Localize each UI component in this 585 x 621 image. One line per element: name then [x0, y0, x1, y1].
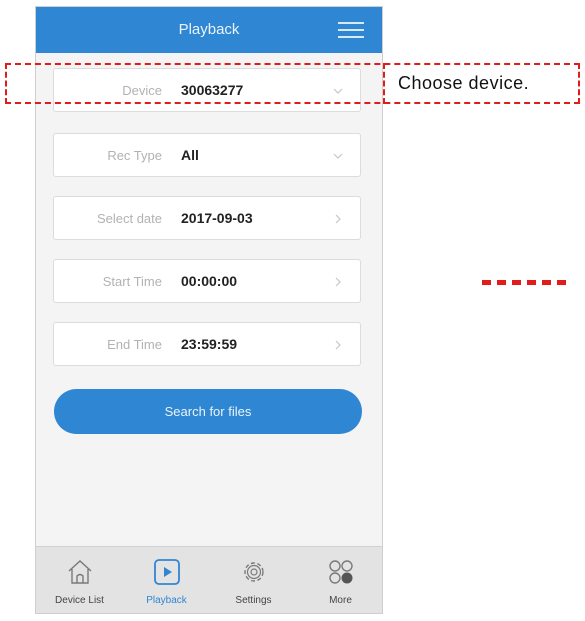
tab-device-list-label: Device List [55, 595, 104, 606]
search-files-button[interactable]: Search for files [54, 389, 362, 434]
more-icon [329, 560, 353, 584]
rec-type-label: Rec Type [107, 148, 162, 163]
tab-settings[interactable]: Settings [210, 547, 297, 613]
tab-more[interactable]: More [297, 547, 382, 613]
callout-divider [383, 63, 385, 104]
hamburger-menu-icon[interactable] [338, 20, 364, 40]
chevron-right-icon [335, 214, 341, 224]
start-time-field[interactable]: Start Time 00:00:00 [53, 259, 361, 303]
end-time-label: End Time [107, 337, 162, 352]
dotted-indicator [482, 280, 572, 285]
chevron-down-icon [333, 153, 343, 159]
tab-bar: Device List Playback Settings More [36, 546, 382, 613]
tab-more-label: More [329, 595, 352, 606]
end-time-field[interactable]: End Time 23:59:59 [53, 322, 361, 366]
play-icon [154, 559, 180, 585]
tab-device-list[interactable]: Device List [36, 547, 123, 613]
rec-type-value: All [181, 147, 199, 163]
chevron-right-icon [335, 277, 341, 287]
chevron-right-icon [335, 340, 341, 350]
header-bar: Playback [36, 7, 382, 53]
tab-playback-label: Playback [146, 595, 187, 606]
callout-text: Choose device. [398, 73, 530, 93]
home-icon [68, 560, 92, 584]
end-time-value: 23:59:59 [181, 336, 238, 352]
gear-icon [244, 562, 264, 582]
tab-playback[interactable]: Playback [123, 547, 210, 613]
select-date-label: Select date [96, 211, 162, 226]
select-date-value: 2017-09-03 [181, 210, 253, 226]
tab-settings-label: Settings [235, 595, 272, 606]
rec-type-field[interactable]: Rec Type All [53, 133, 361, 177]
start-time-label: Start Time [102, 274, 162, 289]
page-title: Playback [178, 21, 240, 38]
select-date-field[interactable]: Select date 2017-09-03 [53, 196, 361, 240]
start-time-value: 00:00:00 [181, 273, 238, 289]
